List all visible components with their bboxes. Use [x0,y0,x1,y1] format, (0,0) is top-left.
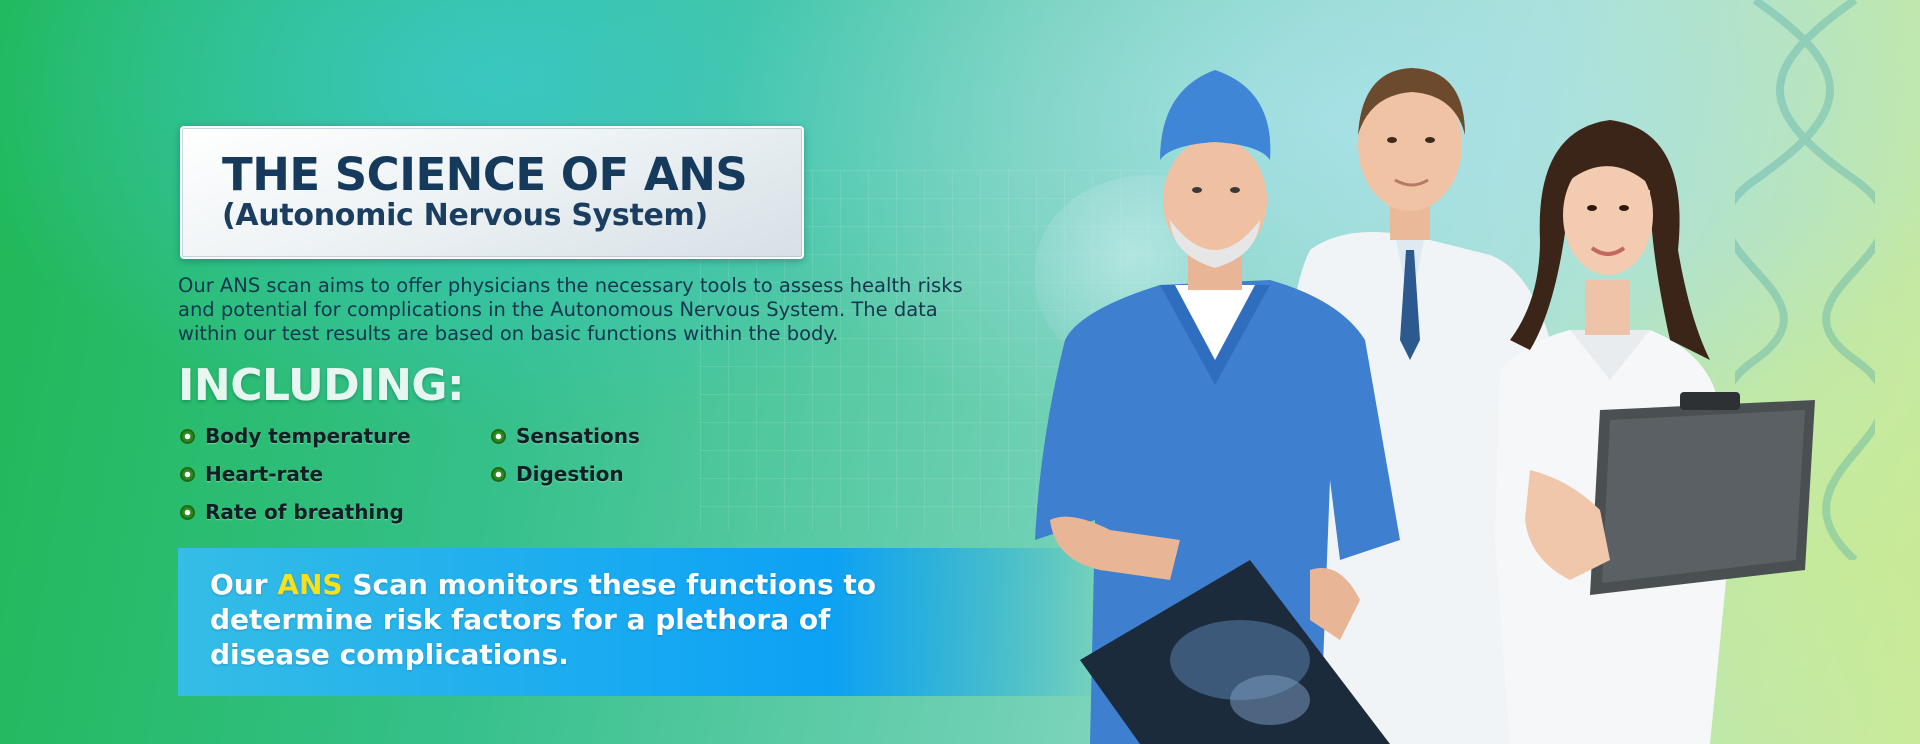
including-heading: INCLUDING: [178,360,465,411]
callout-line: Our ANS Scan monitors these functions to [210,567,930,602]
intro-line: within our test results are based on bas… [178,322,839,345]
list-item: Body temperature [180,424,411,448]
intro-line: and potential for complications in the A… [178,298,938,321]
feature-list: Body temperature Heart-rate Rate of brea… [180,424,700,544]
feature-label: Rate of breathing [205,500,404,524]
callout-highlight: ANS [277,568,343,601]
bullet-circle-icon [180,428,195,444]
bullet-circle-icon [491,466,506,482]
feature-label: Sensations [516,424,640,448]
list-item: Heart-rate [180,462,323,486]
intro-paragraph: Our ANS scan aims to offer physicians th… [178,274,1058,346]
feature-label: Body temperature [205,424,411,448]
page-subtitle: (Autonomic Nervous System) [222,198,708,233]
feature-label: Digestion [516,462,624,486]
callout-banner: Our ANS Scan monitors these functions to… [178,548,1108,696]
list-item: Sensations [491,424,640,448]
bullet-circle-icon [180,504,195,520]
page-title: THE SCIENCE OF ANS [222,148,748,201]
callout-line1-rest: Scan monitors these functions to [342,568,876,601]
list-item: Digestion [491,462,624,486]
callout-text: Our ANS Scan monitors these functions to… [210,567,930,672]
intro-line: Our ANS scan aims to offer physicians th… [178,274,963,297]
bullet-circle-icon [491,428,506,444]
doctors-photo [1035,68,1815,744]
callout-prefix: Our [210,568,278,601]
callout-line: determine risk factors for a plethora of [210,603,831,636]
callout-line: disease complications. [210,638,569,671]
feature-label: Heart-rate [205,462,324,486]
title-plate: THE SCIENCE OF ANS (Autonomic Nervous Sy… [180,126,804,259]
bullet-circle-icon [180,466,195,482]
list-item: Rate of breathing [180,500,404,524]
